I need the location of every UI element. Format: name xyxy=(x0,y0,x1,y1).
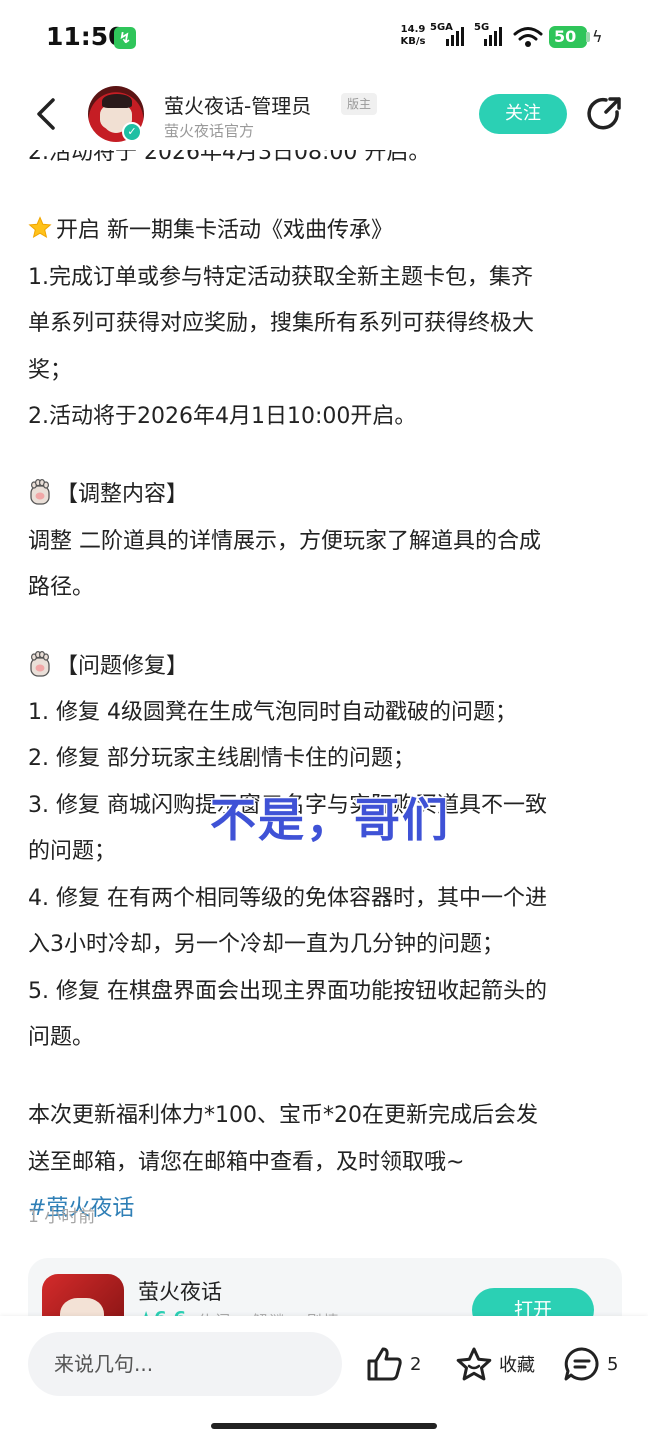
moderator-badge: 版主 xyxy=(341,93,378,115)
battery-charging-icon: ϟ xyxy=(592,27,603,46)
section-title-adjust: 【调整内容】 xyxy=(28,472,628,518)
post-header: ✓ 萤火夜话-管理员 版主 萤火夜话官方 关注 xyxy=(0,76,648,150)
post-time: 1 小时前 xyxy=(28,1207,96,1227)
like-count: 2 xyxy=(410,1353,422,1375)
body-line: 路径。 xyxy=(28,575,95,601)
status-bar: 11:50 ↯ 14.9 KB/s 5GA 5G 50 ϟ xyxy=(0,0,648,76)
back-button[interactable] xyxy=(28,94,64,134)
body-line: 4. 修复 在有两个相同等级的免体容器时，其中一个进 xyxy=(28,885,547,911)
home-indicator[interactable] xyxy=(211,1423,437,1429)
star-outline-icon xyxy=(456,1347,492,1381)
bottom-action-bar: 2 收藏 5 xyxy=(0,1316,648,1440)
network-speed: 14.9 KB/s xyxy=(397,24,429,48)
section-title-text: 开启 新一期集卡活动《戏曲传承》 xyxy=(56,218,393,244)
comment-button[interactable]: 5 xyxy=(563,1344,618,1384)
section-title-text: 【问题修复】 xyxy=(56,653,189,679)
network-speed-value: 14.9 xyxy=(400,24,426,35)
star-icon xyxy=(28,216,52,239)
favorite-label: 收藏 xyxy=(499,1355,535,1376)
chevron-left-icon xyxy=(37,98,55,130)
body-line: 2.活动将于2026年4月1日10:00开启。 xyxy=(28,404,417,430)
battery-tip xyxy=(586,32,590,42)
follow-button[interactable]: 关注 xyxy=(479,94,567,134)
signal-sim2-icon xyxy=(484,24,502,46)
body-line: 问题。 xyxy=(28,1024,95,1050)
author-subtitle: 萤火夜话官方 xyxy=(164,122,255,140)
body-line: 1. 修复 4级圆凳在生成气泡同时自动戳破的问题； xyxy=(28,700,517,726)
comment-input[interactable] xyxy=(28,1332,342,1396)
body-line: 奖； xyxy=(28,357,73,383)
charging-icon: ↯ xyxy=(114,27,136,49)
battery-icon: 50 xyxy=(549,26,587,48)
paw-icon xyxy=(30,479,50,506)
comment-icon xyxy=(564,1347,599,1381)
favorite-button[interactable]: 收藏 xyxy=(455,1344,535,1384)
share-button[interactable] xyxy=(584,94,624,134)
game-name: 萤火夜话 xyxy=(138,1280,222,1304)
network-speed-unit: KB/s xyxy=(400,36,426,47)
like-button[interactable]: 2 xyxy=(366,1344,421,1384)
share-icon xyxy=(587,97,621,130)
body-line: 送至邮箱，请您在邮箱中查看，及时领取哦~ xyxy=(28,1149,465,1175)
overlay-caption: 不是，哥们 xyxy=(209,792,450,849)
body-line: 单系列可获得对应奖励，搜集所有系列可获得终极大 xyxy=(28,311,535,337)
body-line: 调整 二阶道具的详情展示，方便玩家了解道具的合成 xyxy=(28,528,541,554)
body-line: 本次更新福利体力*100、宝币*20在更新完成后会发 xyxy=(28,1103,538,1129)
body-line: 1.完成订单或参与特定活动获取全新主题卡包，集齐 xyxy=(28,264,533,290)
wifi-icon xyxy=(513,27,543,47)
verified-icon: ✓ xyxy=(122,122,142,142)
thumbs-up-icon xyxy=(367,1347,402,1381)
body-line: 5. 修复 在棋盘界面会出现主界面功能按钮收起箭头的 xyxy=(28,978,547,1004)
author-name[interactable]: 萤火夜话-管理员 xyxy=(164,90,311,119)
hashtag-link[interactable]: #萤火夜话 xyxy=(28,1186,628,1232)
section-title-text: 【调整内容】 xyxy=(56,482,189,508)
body-line: 2. 修复 部分玩家主线剧情卡住的问题； xyxy=(28,746,415,772)
section-title-fixes: 【问题修复】 xyxy=(28,644,628,690)
signal-sim1-icon xyxy=(446,24,464,46)
body-line: 入3小时冷却，另一个冷却一直为几分钟的问题； xyxy=(28,932,504,958)
comment-count: 5 xyxy=(607,1353,619,1375)
post-content: 2.活动将于 2026年4月3日08:00 开启。 开启 新一期集卡活动《戏曲传… xyxy=(28,130,628,1233)
section-title-event: 开启 新一期集卡活动《戏曲传承》 xyxy=(28,208,628,254)
paw-icon xyxy=(30,650,50,677)
